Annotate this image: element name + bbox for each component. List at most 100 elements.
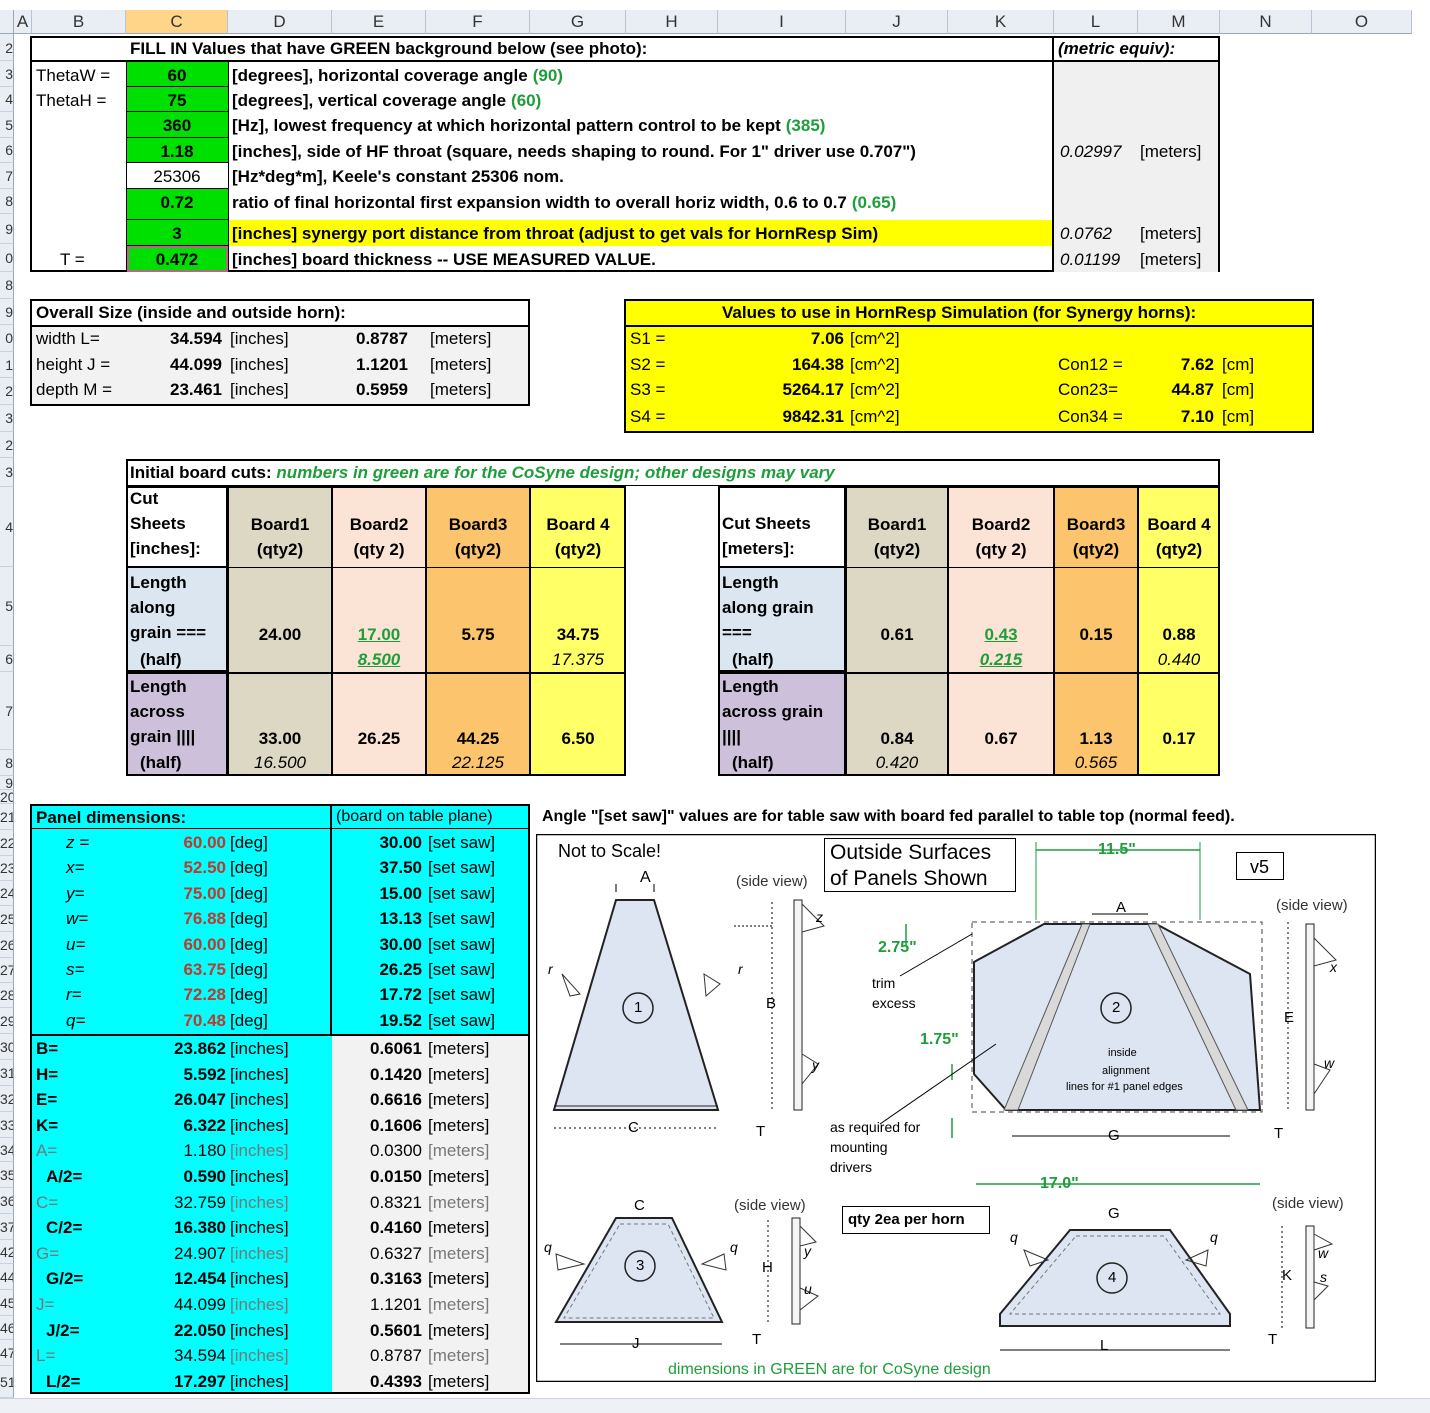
row-header[interactable]: 3 [0, 458, 14, 487]
row-header[interactable]: 0 [0, 325, 14, 352]
row-header[interactable]: 31 [0, 1060, 14, 1086]
col-header-K[interactable]: K [948, 10, 1054, 34]
fill-value[interactable]: 25306 [127, 168, 227, 185]
row-header[interactable]: 9 [0, 776, 14, 790]
row-header[interactable]: 9 [0, 299, 14, 325]
col-header-J[interactable]: J [846, 10, 948, 34]
fill-value[interactable]: 1.18 [127, 143, 227, 160]
row-header[interactable]: 47 [0, 1340, 14, 1366]
board-across-half: 0.420 [875, 753, 919, 772]
col-header-F[interactable]: F [426, 10, 530, 34]
row-header[interactable]: 29 [0, 1008, 14, 1034]
row-header[interactable]: 3 [0, 405, 14, 432]
row-header[interactable]: 0 [0, 244, 14, 272]
row-header[interactable]: 34 [0, 1138, 14, 1162]
row-header[interactable]: 25 [0, 906, 14, 932]
row-header[interactable]: 45 [0, 1290, 14, 1316]
row-header[interactable]: 2 [0, 432, 14, 458]
label-K: K [1282, 1267, 1293, 1284]
hornresp-con-value: 44.87 [1171, 380, 1214, 399]
dim-meters: 0.0150 [370, 1167, 422, 1186]
row-header[interactable]: 8 [0, 189, 14, 214]
col-header-C[interactable]: C [126, 10, 228, 34]
fill-value[interactable]: 3 [127, 225, 227, 242]
row-header[interactable]: 21 [0, 804, 14, 830]
select-all-corner[interactable] [0, 10, 14, 34]
fill-value[interactable]: 0.472 [127, 251, 227, 268]
row-header[interactable]: 9 [0, 214, 14, 244]
dim-meters-unit: [meters] [428, 1218, 490, 1238]
cuts-along-text: grain === [130, 623, 207, 642]
col-header-D[interactable]: D [228, 10, 332, 34]
cuts-across-text: Length [722, 677, 779, 696]
dim-meters: 0.3163 [370, 1269, 422, 1289]
cuts-half-label: (half) [732, 650, 774, 669]
row-header[interactable]: 7 [0, 672, 14, 750]
row-header[interactable]: 28 [0, 983, 14, 1008]
col-header-H[interactable]: H [626, 10, 718, 34]
row-header[interactable]: 35 [0, 1162, 14, 1188]
horizontal-scrollbar[interactable] [0, 1398, 1430, 1413]
label-q3: q [1010, 1229, 1018, 1245]
row-header[interactable]: 2 [0, 36, 14, 61]
row-header[interactable]: 6 [0, 646, 14, 672]
label-H: H [762, 1259, 773, 1276]
board-name: Board3 [1066, 515, 1126, 534]
row-header[interactable]: 42 [0, 1240, 14, 1264]
row-header[interactable]: 23 [0, 856, 14, 881]
row-header[interactable]: 24 [0, 881, 14, 906]
fill-desc: [inches] synergy port distance from thro… [232, 225, 878, 242]
row-header[interactable]: 36 [0, 1188, 14, 1214]
angle-saw: 15.00 [379, 883, 422, 903]
board-line [426, 672, 530, 674]
dim-inches-unit: [inches] [230, 1115, 289, 1135]
fill-desc-text: [degrees], horizontal coverage angle [232, 66, 528, 85]
row-header[interactable]: 8 [0, 272, 14, 299]
row-header[interactable]: 37 [0, 1214, 14, 1240]
col-header-B[interactable]: B [32, 10, 126, 34]
dim-inches: 16.380 [174, 1218, 226, 1238]
row-header[interactable]: 4 [0, 87, 14, 112]
col-header-A[interactable]: A [14, 10, 32, 34]
board-name: Board2 [971, 515, 1031, 534]
fill-value[interactable]: 0.72 [127, 194, 227, 211]
col-header-G[interactable]: G [530, 10, 626, 34]
row-header[interactable]: 20 [0, 790, 14, 804]
col-header-M[interactable]: M [1138, 10, 1220, 34]
col-header-N[interactable]: N [1220, 10, 1312, 34]
row-header[interactable]: 6 [0, 138, 14, 163]
col-header-L[interactable]: L [1054, 10, 1138, 34]
row-header[interactable]: 30 [0, 1034, 14, 1060]
row-header[interactable]: 46 [0, 1316, 14, 1340]
row-header[interactable]: 3 [0, 61, 14, 87]
fill-value[interactable]: 75 [127, 92, 227, 109]
fill-metric-unit: [meters] [1140, 250, 1202, 269]
col-header-O[interactable]: O [1312, 10, 1412, 34]
row-header[interactable]: 1 [0, 352, 14, 378]
row-header[interactable]: 22 [0, 830, 14, 856]
row-header[interactable]: 8 [0, 750, 14, 776]
row-header[interactable]: 4 [0, 487, 14, 567]
fill-value[interactable]: 60 [127, 67, 227, 84]
label-G1: G [1108, 1127, 1120, 1144]
fill-desc: [degrees], horizontal coverage angle (90) [232, 67, 563, 84]
metric-header: (metric equiv): [1058, 39, 1176, 58]
row-header[interactable]: 32 [0, 1086, 14, 1112]
row-header[interactable]: 27 [0, 958, 14, 983]
fill-desc: [inches], side of HF throat (square, nee… [232, 143, 916, 160]
col-header-I[interactable]: I [718, 10, 846, 34]
angle-deg: 52.50 [183, 858, 226, 878]
row-header[interactable]: 7 [0, 163, 14, 189]
green-dims-footer: dimensions in GREEN are for CoSyne desig… [668, 1361, 991, 1378]
row-header[interactable]: 44 [0, 1264, 14, 1290]
dim-11-5: 11.5" [1098, 841, 1136, 858]
row-header[interactable]: 5 [0, 112, 14, 138]
col-header-E[interactable]: E [332, 10, 426, 34]
row-header[interactable]: 26 [0, 932, 14, 958]
fill-value[interactable]: 360 [127, 117, 227, 134]
row-header[interactable]: 5 [0, 567, 14, 646]
row-header[interactable]: 33 [0, 1112, 14, 1138]
row-header[interactable]: 2 [0, 378, 14, 405]
overall-meters-unit: [meters] [430, 329, 492, 348]
row-header[interactable]: 51 [0, 1366, 14, 1398]
